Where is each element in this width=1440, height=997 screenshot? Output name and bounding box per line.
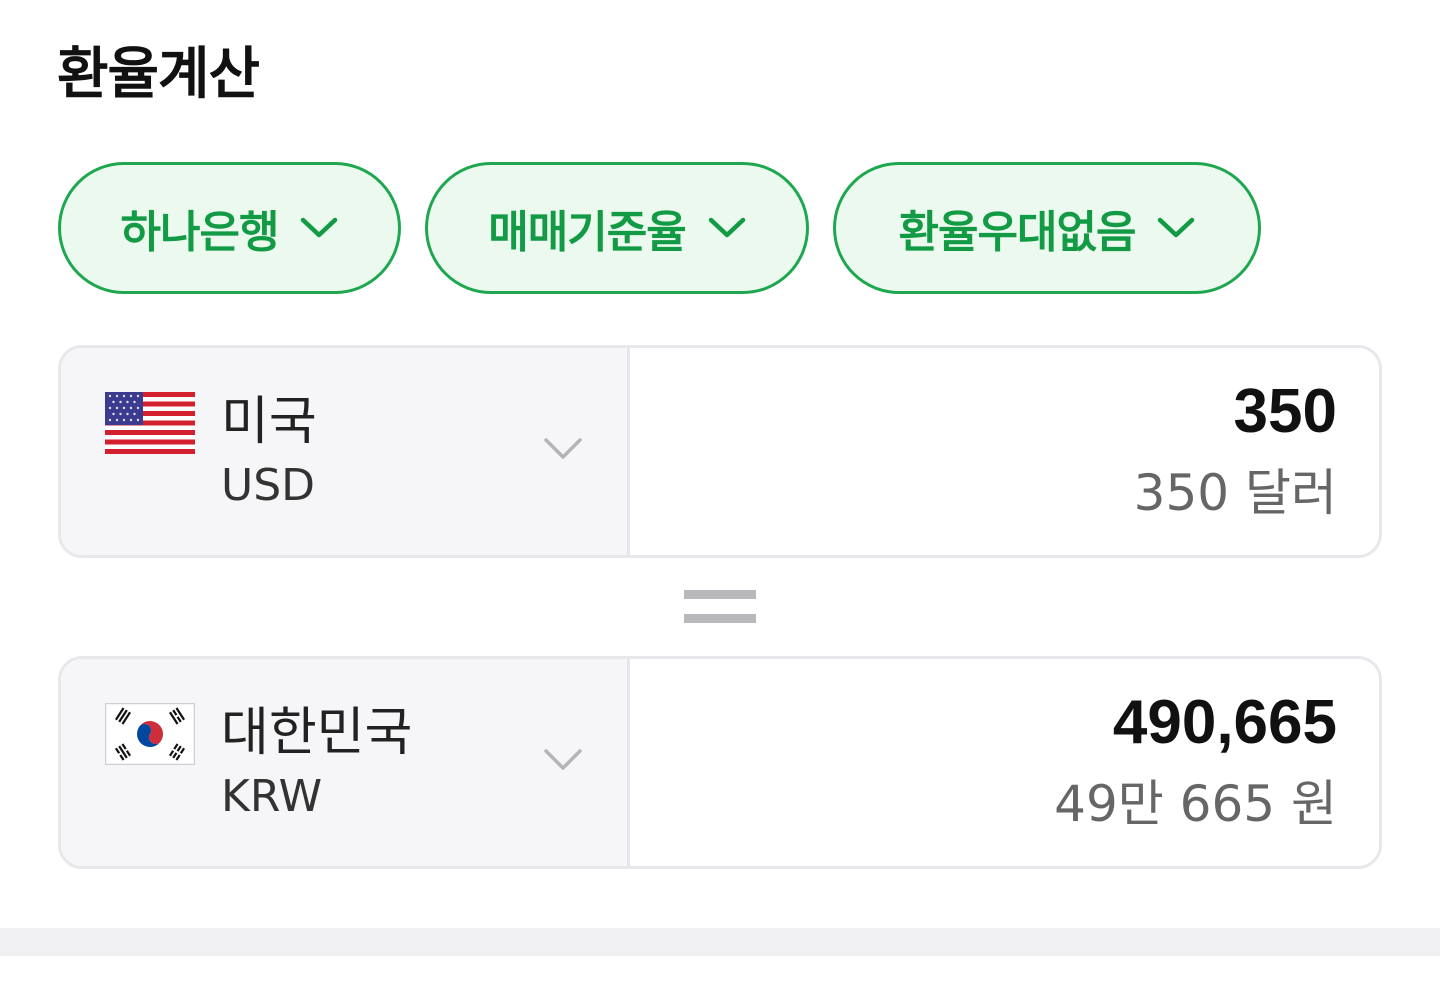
discount-filter-button[interactable]: 환율우대없음: [833, 162, 1261, 294]
from-country-name: 미국: [221, 392, 317, 452]
from-amount-input[interactable]: 350 350 달러: [630, 348, 1379, 555]
rate-type-filter-label: 매매기준율: [488, 207, 686, 258]
chevron-down-icon: [544, 749, 582, 770]
discount-filter-label: 환율우대없음: [898, 207, 1137, 258]
from-amount-words: 350 달러: [1133, 464, 1337, 522]
from-currency-box: 미국 USD 350 350 달러: [58, 345, 1382, 558]
chevron-down-icon: [1158, 217, 1195, 238]
to-country-name: 대한민국: [221, 703, 413, 763]
from-currency-select[interactable]: 미국 USD: [61, 348, 630, 555]
from-currency-code: USD: [221, 460, 316, 511]
section-divider: [0, 928, 1440, 956]
bank-filter-label: 하나은행: [120, 207, 280, 258]
to-currency-box: 대한민국 KRW 490,665 49만 665 원: [58, 656, 1382, 869]
us-flag-icon: [105, 392, 195, 454]
page-title: 환율계산: [57, 42, 260, 107]
bank-filter-button[interactable]: 하나은행: [58, 162, 401, 294]
equals-icon: [684, 590, 756, 624]
to-currency-select[interactable]: 대한민국 KRW: [61, 659, 630, 866]
to-amount-words: 49만 665 원: [1054, 775, 1337, 833]
to-currency-code: KRW: [221, 771, 323, 822]
to-amount-value: 490,665: [1112, 688, 1337, 757]
from-amount-value: 350: [1233, 377, 1337, 446]
chevron-down-icon: [708, 217, 745, 238]
chevron-down-icon: [301, 217, 338, 238]
chevron-down-icon: [544, 438, 582, 459]
to-amount-input[interactable]: 490,665 49만 665 원: [630, 659, 1379, 866]
kr-flag-icon: [105, 703, 195, 765]
rate-type-filter-button[interactable]: 매매기준율: [425, 162, 809, 294]
